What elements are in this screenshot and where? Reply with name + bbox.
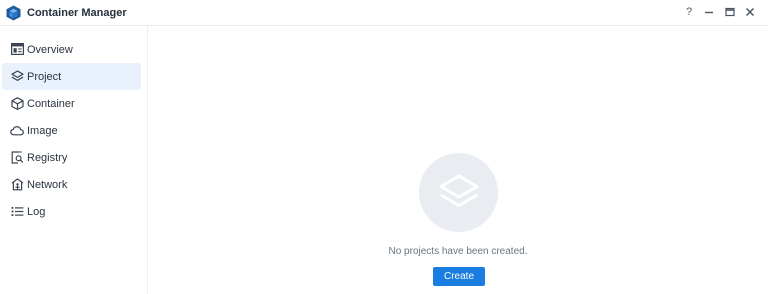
network-house-icon	[10, 177, 24, 191]
maximize-icon	[725, 7, 735, 17]
layers-icon	[10, 69, 24, 83]
sidebar-item-label: Network	[27, 179, 68, 191]
sidebar-item-label: Log	[27, 206, 46, 218]
sidebar-item-project[interactable]: Project	[2, 63, 141, 90]
create-button[interactable]: Create	[433, 267, 485, 286]
help-icon: ?	[685, 6, 693, 18]
sidebar-item-log[interactable]: Log	[2, 198, 141, 225]
main-content: No projects have been created. Create	[148, 26, 768, 294]
minimize-button[interactable]	[701, 4, 717, 20]
app-title: Container Manager	[27, 7, 127, 19]
help-button[interactable]: ?	[681, 4, 697, 20]
sidebar-item-network[interactable]: Network	[2, 171, 141, 198]
close-button[interactable]	[742, 4, 758, 20]
layers-icon	[439, 174, 478, 207]
sidebar-item-label: Overview	[27, 44, 73, 56]
minimize-icon	[705, 11, 713, 14]
container-manager-logo-icon	[6, 5, 21, 21]
maximize-button[interactable]	[722, 4, 738, 20]
sidebar-item-container[interactable]: Container	[2, 90, 141, 117]
sidebar-item-label: Registry	[27, 152, 68, 164]
sidebar-item-registry[interactable]: Registry	[2, 144, 141, 171]
sidebar-item-label: Container	[27, 98, 75, 110]
registry-search-icon	[10, 150, 24, 164]
title-bar: Container Manager ?	[0, 0, 768, 26]
empty-state-illustration	[419, 153, 498, 232]
sidebar-item-label: Image	[27, 125, 58, 137]
close-icon	[746, 8, 754, 16]
cube-icon	[10, 96, 24, 110]
list-icon	[10, 204, 24, 218]
cloud-icon	[10, 123, 24, 137]
sidebar-item-label: Project	[27, 71, 62, 83]
overview-icon	[10, 42, 24, 56]
sidebar-item-image[interactable]: Image	[2, 117, 141, 144]
empty-state-message: No projects have been created.	[388, 246, 528, 257]
sidebar: Overview Project Container Image Registr…	[0, 26, 148, 294]
sidebar-item-overview[interactable]: Overview	[2, 36, 141, 63]
